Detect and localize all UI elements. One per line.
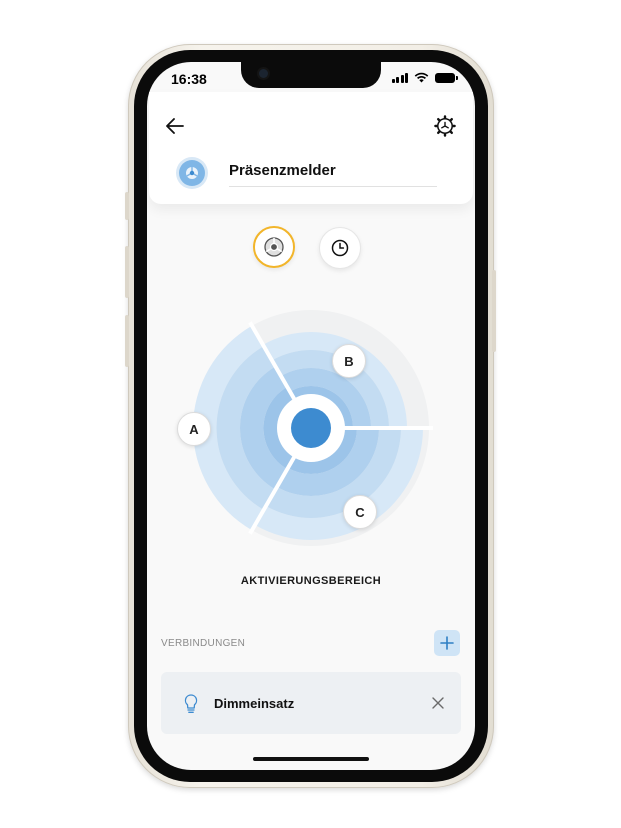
arrow-left-icon[interactable] [164,115,186,137]
sensor-mode-button[interactable] [253,226,295,268]
gear-icon[interactable] [433,114,457,138]
phone-volume-up [125,246,129,298]
device-name-underline [229,186,437,187]
status-time: 16:38 [171,71,207,87]
header-card: Präsenzmelder [149,92,473,204]
front-camera [259,69,268,78]
motion-sensor-icon [264,237,284,257]
phone-volume-down [125,315,129,367]
device-name[interactable]: Präsenzmelder [229,162,336,179]
cellular-signal-icon [391,72,408,83]
home-indicator [253,757,369,761]
add-connection-button[interactable] [434,630,460,656]
clock-icon [331,239,349,257]
activation-zone-diagram: A B C [147,292,475,562]
zone-a-label[interactable]: A [177,412,211,446]
battery-icon [435,72,458,83]
activation-range-caption: AKTIVIERUNGSBEREICH [240,575,382,587]
connection-name: Dimmeinsatz [214,696,295,711]
motion-sensor-device-icon [179,160,205,186]
zone-b-label[interactable]: B [332,344,366,378]
app-screen: 16:38 Präsenzmelder A B C AKTIVIERUNGSBE… [147,62,475,770]
plus-icon [440,636,454,650]
timer-mode-button[interactable] [319,227,361,269]
connection-item[interactable]: Dimmeinsatz [161,672,461,734]
close-icon[interactable] [431,696,445,710]
wifi-icon [414,72,429,83]
sensor-center-dot [291,408,331,448]
connections-caption: VERBINDUNGEN [161,638,246,649]
phone-mute-switch [125,192,129,220]
zone-c-label[interactable]: C [343,495,377,529]
status-icons [391,72,458,83]
phone-power-button [492,270,496,352]
lightbulb-icon [184,694,198,713]
phone-notch [241,62,381,88]
